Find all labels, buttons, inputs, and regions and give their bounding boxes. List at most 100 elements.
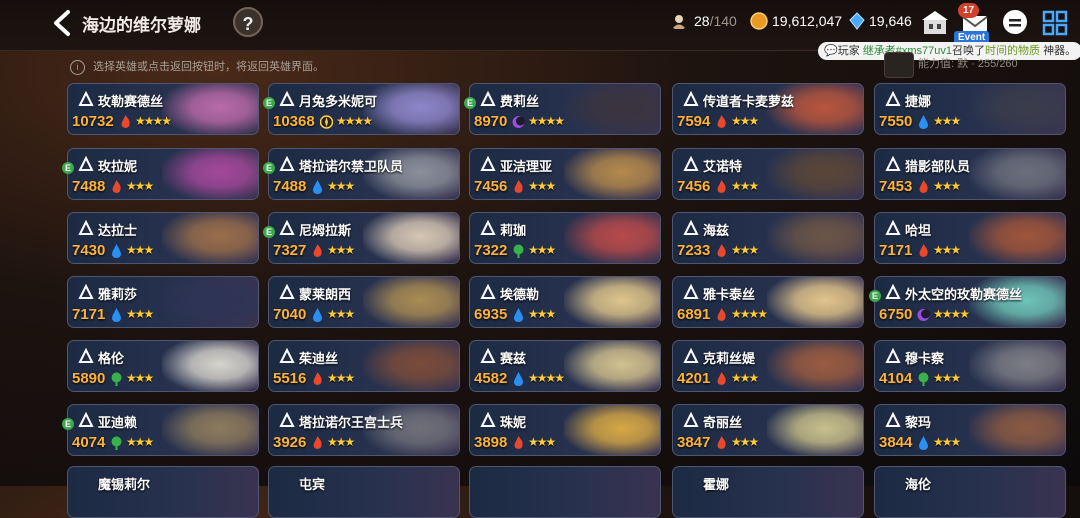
hero-card[interactable]: 哈坦 7171 ★★★ — [874, 212, 1066, 264]
star-rating: ★★★★ — [336, 114, 373, 128]
hero-card[interactable]: 玫勒赛德丝 10732 ★★★★ — [67, 83, 259, 135]
hero-card[interactable]: 海兹 7233 ★★★ — [672, 212, 864, 264]
hero-name: 茱迪丝 — [299, 351, 339, 366]
sort-label[interactable]: 能力值: 默 · 255/260 — [918, 55, 1018, 71]
fire-element-icon — [311, 436, 324, 450]
hero-card[interactable]: 黎玛 3844 ★★★ — [874, 404, 1066, 456]
star-rating: ★★★ — [126, 179, 154, 193]
hero-card[interactable]: 塔拉诺尔王宫士兵 3926 ★★★ — [268, 404, 460, 456]
hero-name: 尼姆拉斯 — [299, 223, 352, 238]
star-rating: ★★★ — [933, 435, 961, 449]
water-element-icon — [110, 308, 123, 322]
hero-name: 玫拉妮 — [98, 159, 138, 174]
hero-class-icon — [479, 155, 497, 172]
hero-card[interactable]: 奇丽丝 3847 ★★★ — [672, 404, 864, 456]
hero-class-icon — [77, 219, 95, 236]
hero-power: 6750 — [879, 306, 913, 323]
hero-portrait — [363, 84, 459, 134]
hero-card[interactable]: 塔拉诺尔禁卫队员 7488 ★★★ — [268, 148, 460, 200]
water-element-icon — [917, 436, 930, 450]
equipped-badge: E — [869, 290, 881, 302]
hero-card[interactable]: 雅卡泰丝 6891 ★★★★ — [672, 276, 864, 328]
hero-card[interactable]: 莉珈 7322 ★★★ — [469, 212, 661, 264]
hero-class-icon — [278, 283, 296, 300]
hero-card[interactable]: 猎影部队员 7453 ★★★ — [874, 148, 1066, 200]
hero-power: 5516 — [273, 370, 307, 387]
hero-class-icon — [682, 155, 700, 172]
help-button[interactable]: ? — [233, 7, 263, 37]
hero-card[interactable]: 月兔多米妮可 10368 ★★★★ — [268, 83, 460, 135]
hero-name: 亚迪赖 — [98, 415, 138, 430]
hero-class-icon — [682, 219, 700, 236]
hero-card[interactable]: 赛兹 4582 ★★★★ — [469, 340, 661, 392]
hero-card[interactable]: 达拉士 7430 ★★★ — [67, 212, 259, 264]
star-rating: ★★★ — [528, 307, 556, 321]
water-element-icon — [311, 180, 324, 194]
hero-power: 4582 — [474, 370, 508, 387]
fire-element-icon — [715, 180, 728, 194]
star-rating: ★★★ — [126, 307, 154, 321]
hero-class-icon — [682, 347, 700, 364]
star-rating: ★★★★ — [731, 307, 768, 321]
hero-power: 7327 — [273, 242, 307, 259]
hero-card[interactable]: 格伦 5890 ★★★ — [67, 340, 259, 392]
hero-card[interactable]: 穆卡察 4104 ★★★ — [874, 340, 1066, 392]
light-element-icon — [319, 115, 334, 129]
hero-power: 3844 — [879, 434, 913, 451]
menu-grid-icon[interactable] — [1040, 8, 1070, 38]
hero-class-icon — [479, 411, 497, 428]
fire-element-icon — [715, 372, 728, 386]
hero-power: 3898 — [474, 434, 508, 451]
star-rating: ★★★ — [126, 435, 154, 449]
hero-card[interactable]: 雅莉莎 7171 ★★★ — [67, 276, 259, 328]
hero-portrait — [767, 277, 863, 327]
hero-name: 哈坦 — [905, 223, 932, 238]
hero-card[interactable]: 捷娜 7550 ★★★ — [874, 83, 1066, 135]
hero-card[interactable]: 克莉丝媞 4201 ★★★ — [672, 340, 864, 392]
gold-amount: 19,612,047 — [772, 13, 843, 29]
hero-card[interactable]: 艾诺特 7456 ★★★ — [672, 148, 864, 200]
fire-element-icon — [715, 244, 728, 258]
hero-card[interactable]: 亚迪赖 4074 ★★★ — [67, 404, 259, 456]
hero-name: 格伦 — [98, 351, 125, 366]
hero-card[interactable]: 亚洁理亚 7456 ★★★ — [469, 148, 661, 200]
hero-card[interactable]: 玫拉妮 7488 ★★★ — [67, 148, 259, 200]
hero-power: 7430 — [72, 242, 106, 259]
hero-portrait — [162, 149, 258, 199]
hero-card[interactable]: 霍娜 — [672, 466, 864, 518]
star-rating: ★★★★ — [528, 114, 565, 128]
hero-card[interactable]: 蒙莱朗西 7040 ★★★ — [268, 276, 460, 328]
hero-power: 6935 — [474, 306, 508, 323]
hero-card[interactable]: 魔锡莉尔 — [67, 466, 259, 518]
hero-name: 达拉士 — [98, 223, 138, 238]
hero-power: 7594 — [677, 113, 711, 130]
fire-element-icon — [311, 372, 324, 386]
hero-class-icon — [77, 155, 95, 172]
hero-class-icon — [479, 219, 497, 236]
hero-card[interactable]: 海伦 — [874, 466, 1066, 518]
hero-card[interactable]: 屯宾 — [268, 466, 460, 518]
hero-name: 莉珈 — [500, 223, 527, 238]
hero-card[interactable]: 尼姆拉斯 7327 ★★★ — [268, 212, 460, 264]
hero-class-icon — [278, 90, 296, 107]
hero-power: 4074 — [72, 434, 106, 451]
fire-element-icon — [917, 244, 930, 258]
crystal-icon — [849, 12, 865, 30]
hint-text: i 选择英雄或点击返回按钮时，将返回英雄界面。 — [70, 58, 324, 75]
guild-icon[interactable] — [920, 8, 950, 38]
hero-card[interactable]: 埃德勒 6935 ★★★ — [469, 276, 661, 328]
hero-card[interactable] — [469, 466, 661, 518]
sort-toggle-button[interactable] — [884, 52, 914, 78]
hero-portrait — [969, 341, 1065, 391]
hero-card[interactable]: 传道者卡麦萝兹 7594 ★★★ — [672, 83, 864, 135]
hero-card[interactable]: 珠妮 3898 ★★★ — [469, 404, 661, 456]
hero-name: 塔拉诺尔禁卫队员 — [299, 159, 404, 174]
hero-card[interactable]: 外太空的玫勒赛德丝 6750 ★★★★ — [874, 276, 1066, 328]
back-arrow-icon[interactable] — [48, 8, 76, 38]
hero-card[interactable]: 茱迪丝 5516 ★★★ — [268, 340, 460, 392]
dark-element-icon — [917, 308, 930, 322]
chat-icon[interactable] — [1000, 8, 1030, 38]
hero-card[interactable]: 费莉丝 8970 ★★★★ — [469, 83, 661, 135]
hero-name: 穆卡察 — [905, 351, 945, 366]
hero-name: 蒙莱朗西 — [299, 287, 352, 302]
